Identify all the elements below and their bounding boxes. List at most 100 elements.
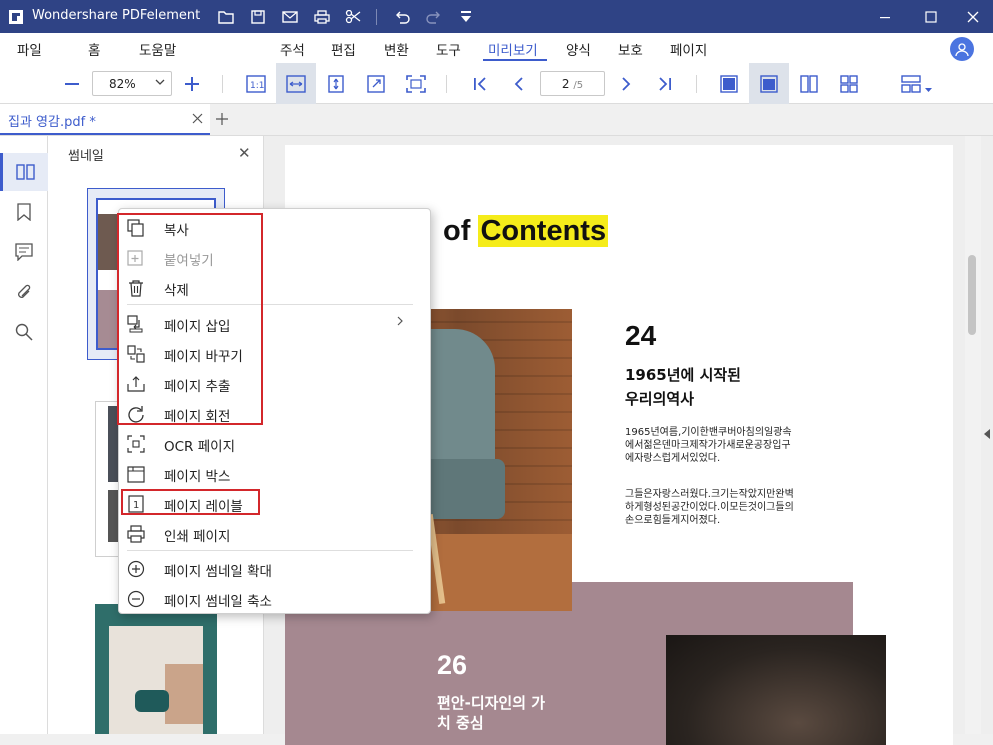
menu-form[interactable]: 양식	[566, 39, 591, 59]
rotate-icon	[127, 405, 145, 423]
section-title-line-2: 우리의역사	[625, 390, 695, 408]
menu-convert[interactable]: 변환	[384, 39, 409, 59]
grid-view-icon[interactable]	[829, 63, 869, 104]
vertical-scrollbar[interactable]	[965, 136, 981, 734]
search-icon[interactable]	[0, 313, 48, 351]
new-tab-icon[interactable]	[215, 112, 229, 130]
layout-options-icon[interactable]	[894, 63, 940, 104]
quick-access-dropdown-icon[interactable]	[456, 7, 476, 27]
menu-tools[interactable]: 도구	[436, 39, 461, 59]
section-number-26: 26	[437, 650, 468, 680]
zoom-out-icon[interactable]	[52, 63, 92, 104]
section-paragraph-2: 그들은자랑스러웠다.크기는작았지만완벽하게형성된공간이었다.이모든것이그들의손으…	[625, 489, 794, 526]
user-avatar-icon[interactable]	[950, 37, 974, 61]
full-screen-icon[interactable]	[396, 63, 436, 104]
menu-view[interactable]: 미리보기	[488, 39, 538, 59]
save-icon[interactable]	[248, 7, 268, 27]
section-2-title-line-2: 치 중심	[437, 714, 484, 732]
attachment-icon[interactable]	[0, 273, 48, 311]
menu-paste[interactable]: 붙여넣기	[119, 242, 430, 272]
menu-file[interactable]: 파일	[17, 39, 42, 59]
actual-size-icon[interactable]: 1:1	[236, 63, 276, 104]
menu-home[interactable]: 홈	[88, 39, 100, 59]
section-number-24: 24	[625, 320, 657, 351]
section-title-line-1: 1965년에 시작된	[625, 366, 741, 384]
context-menu: 복사 붙여넣기 삭제 페이지 삽입 페이지 바꾸기 페이지 추출 페이지 회전 …	[118, 208, 431, 614]
last-page-icon[interactable]	[645, 63, 685, 104]
total-pages: /5	[573, 80, 584, 91]
menu-delete[interactable]: 삭제	[119, 272, 430, 302]
close-tab-icon[interactable]	[192, 113, 203, 128]
scrollbar-thumb[interactable]	[968, 255, 976, 335]
thumbnail-panel-icon[interactable]	[0, 153, 48, 191]
next-page-icon[interactable]	[606, 63, 646, 104]
menu-page-label[interactable]: 1 페이지 레이블	[119, 488, 430, 518]
submenu-arrow-icon	[396, 315, 404, 331]
menu-protect[interactable]: 보호	[618, 39, 643, 59]
page-number-input[interactable]: 2 /5	[540, 71, 605, 96]
zoom-value: 82%	[109, 77, 136, 91]
first-page-icon[interactable]	[460, 63, 500, 104]
fit-height-icon[interactable]	[316, 63, 356, 104]
fit-width-icon[interactable]	[276, 63, 316, 104]
zoom-select[interactable]: 82%	[92, 71, 172, 96]
section-2-title-line-1: 편안-디자인의 가	[437, 694, 546, 712]
undo-icon[interactable]	[392, 7, 412, 27]
copy-icon	[127, 219, 145, 237]
previous-page-icon[interactable]	[499, 63, 539, 104]
menu-edit[interactable]: 편집	[331, 39, 356, 59]
menu-page-box[interactable]: 페이지 박스	[119, 458, 430, 488]
document-tab-bar: 집과 영감.pdf *	[0, 104, 993, 136]
print-page-icon	[127, 525, 145, 543]
redo-icon[interactable]	[424, 7, 444, 27]
continuous-scroll-icon[interactable]	[749, 63, 789, 104]
current-page: 2	[561, 77, 570, 91]
menu-copy[interactable]: 복사	[119, 212, 430, 242]
menu-comment[interactable]: 주석	[280, 39, 305, 59]
menu-insert-page[interactable]: 페이지 삽입	[119, 308, 430, 338]
single-page-icon[interactable]	[709, 63, 749, 104]
left-sidebar	[0, 136, 48, 734]
document-tab-label: 집과 영감.pdf *	[8, 115, 96, 130]
replace-page-icon	[127, 345, 145, 363]
toc-heading: of Contents	[443, 215, 609, 248]
ocr-icon	[127, 435, 145, 453]
menu-help[interactable]: 도움말	[139, 39, 176, 59]
fit-page-icon[interactable]	[356, 63, 396, 104]
maximize-button[interactable]	[908, 0, 954, 33]
menu-shrink-thumbnail[interactable]: 페이지 썸네일 축소	[119, 583, 430, 613]
zoom-out-circle-icon	[127, 590, 145, 608]
menu-page[interactable]: 페이지	[670, 39, 707, 59]
print-icon[interactable]	[312, 7, 332, 27]
menu-print-page[interactable]: 인쇄 페이지	[119, 518, 430, 548]
page-label-icon: 1	[127, 495, 145, 513]
collapse-right-panel-icon[interactable]	[983, 428, 991, 444]
comment-icon[interactable]	[0, 233, 48, 271]
view-toolbar: 82% 1:1 2 /5	[0, 63, 993, 104]
menu-rotate-page[interactable]: 페이지 회전	[119, 398, 430, 428]
extract-page-icon	[127, 375, 145, 393]
active-menu-underline	[483, 59, 547, 61]
two-page-icon[interactable]	[789, 63, 829, 104]
title-bar: Wondershare PDFelement	[0, 0, 993, 33]
page-thumbnail-3[interactable]	[95, 604, 217, 734]
email-icon[interactable]	[280, 7, 300, 27]
menu-replace-page[interactable]: 페이지 바꾸기	[119, 338, 430, 368]
document-tab[interactable]: 집과 영감.pdf *	[0, 104, 210, 135]
minimize-button[interactable]	[862, 0, 908, 33]
trash-icon	[127, 279, 145, 297]
svg-text:1:1: 1:1	[250, 81, 264, 91]
paste-icon	[127, 249, 145, 267]
scissors-icon[interactable]	[343, 7, 363, 27]
bookmark-icon[interactable]	[0, 193, 48, 231]
chevron-down-icon	[155, 76, 165, 92]
zoom-in-icon[interactable]	[172, 63, 212, 104]
close-panel-icon[interactable]: ✕	[238, 144, 251, 162]
open-folder-icon[interactable]	[216, 7, 236, 27]
menu-ocr-page[interactable]: OCR 페이지	[119, 428, 430, 458]
close-button[interactable]	[950, 0, 993, 33]
heading-highlight: Contents	[478, 215, 609, 247]
menu-extract-page[interactable]: 페이지 추출	[119, 368, 430, 398]
panel-title: 썸네일	[68, 149, 104, 164]
menu-enlarge-thumbnail[interactable]: 페이지 썸네일 확대	[119, 553, 430, 583]
